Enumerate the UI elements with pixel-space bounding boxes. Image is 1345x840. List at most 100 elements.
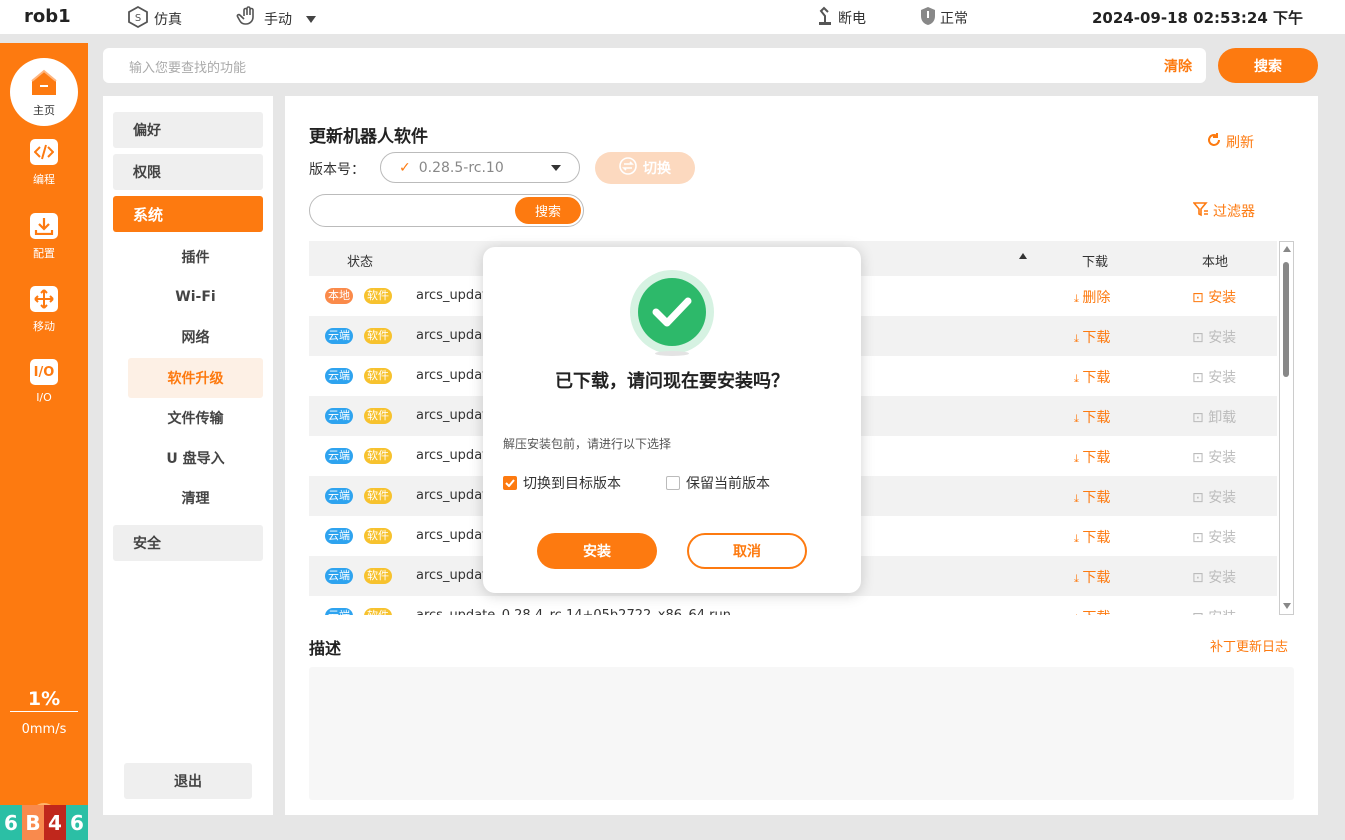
safety-label: 正常 [940,11,968,27]
option-keep-label: 保留当前版本 [686,476,770,492]
install-box-icon: ⊡ [1192,290,1209,306]
nav-configuration[interactable]: 配置 [0,213,88,261]
mode-dropdown[interactable]: 手动 [236,5,316,33]
scroll-up-arrow[interactable] [1283,246,1291,252]
type-badge: 软件 [364,328,392,344]
download-action[interactable]: ⤓ 下载 [1074,487,1110,507]
menu-file-transfer[interactable]: 文件传输 [128,398,263,438]
type-badge: 软件 [364,528,392,544]
menu-software-upgrade[interactable]: 软件升级 [128,358,263,398]
switch-version-button[interactable]: 切换 [595,152,695,184]
filter-icon [1192,201,1209,221]
menu-system[interactable]: 系统 [113,196,263,232]
menu-usb-import[interactable]: U 盘导入 [128,438,263,478]
install-action[interactable]: ⊡ 安装 [1192,287,1236,307]
nav-programming[interactable]: 编程 [0,139,88,187]
io-icon: I/O [30,359,58,385]
version-select[interactable]: ✓ 0.28.5-rc.10 [380,152,580,183]
cancel-button[interactable]: 取消 [687,533,807,569]
download-action[interactable]: ⤓ 下载 [1074,327,1110,347]
download-label: 下载 [1082,570,1111,586]
sort-asc-icon[interactable] [1019,253,1027,259]
patch-log-link[interactable]: 补丁更新日志 [1210,636,1288,655]
menu-permissions[interactable]: 权限 [113,154,263,190]
dialog-question: 已下载，请问现在要安装吗？ [555,371,789,392]
scroll-down-arrow[interactable] [1283,603,1291,609]
filter-button[interactable]: 过滤器 [1192,201,1255,221]
download-action[interactable]: ⤓ 下载 [1074,447,1110,467]
logout-button[interactable]: 退出 [124,763,252,799]
install-action[interactable]: ⊡ 安装 [1192,607,1236,615]
download-action[interactable]: ⤓ 下载 [1074,407,1110,427]
checkbox-checked-icon[interactable] [503,476,517,490]
download-label: 下载 [1082,530,1111,546]
function-search-input[interactable]: 输入您要查找的功能 清除 [103,48,1206,83]
package-name: arcs_updat [416,408,488,423]
clear-button[interactable]: 清除 [1164,56,1192,76]
download-action[interactable]: ⤓ 下载 [1074,367,1110,387]
install-box-icon: ⊡ [1192,530,1209,546]
package-search-button[interactable]: 搜索 [515,197,581,224]
speed-indicator: 1% 0mm/s [10,688,78,737]
install-button[interactable]: 安装 [537,533,657,569]
menu-plugins[interactable]: 插件 [128,237,263,277]
checkbox-unchecked-icon[interactable] [666,476,680,490]
col-status: 状态 [347,255,374,270]
install-action[interactable]: ⊡ 卸载 [1192,407,1236,427]
package-name: arcs_updat [416,568,488,583]
menu-safety[interactable]: 安全 [113,525,263,561]
install-action[interactable]: ⊡ 安装 [1192,567,1236,587]
install-box-icon: ⊡ [1192,570,1209,586]
safety-status[interactable]: 正常 [920,6,968,30]
install-action[interactable]: ⊡ 安装 [1192,367,1236,387]
description-box [309,667,1294,800]
menu-network[interactable]: 网络 [128,317,263,357]
install-action[interactable]: ⊡ 安装 [1192,447,1236,467]
download-action[interactable]: ⤓ 下载 [1074,527,1110,547]
col-download: 下载 [1082,255,1109,270]
install-box-icon: ⊡ [1192,370,1209,386]
main-sidebar: 主页 编程 配置 移动 I/O I/O 1% 0mm/s [0,43,88,840]
install-label: 安装 [1208,370,1237,386]
install-label: 安装 [1208,610,1236,615]
install-action[interactable]: ⊡ 安装 [1192,327,1236,347]
switch-label: 切换 [643,161,671,177]
install-label: 卸载 [1208,410,1237,426]
nav-io[interactable]: I/O I/O [0,359,88,404]
download-action[interactable]: ⤓ 删除 [1074,287,1110,307]
simulation-toggle[interactable]: S 仿真 [126,5,182,33]
refresh-button[interactable]: 刷新 [1206,132,1254,152]
power-status[interactable]: 断电 [816,6,866,30]
nav-io-label: I/O [36,391,52,404]
menu-cleanup[interactable]: 清理 [128,478,263,518]
svg-text:S: S [135,13,141,24]
nav-programming-label: 编程 [33,173,55,186]
home-button[interactable]: 主页 [10,58,78,126]
scroll-thumb[interactable] [1283,262,1289,377]
package-search-input[interactable]: 搜索 [309,194,584,227]
description-title: 描述 [309,639,342,658]
search-button[interactable]: 搜索 [1218,48,1318,83]
status-cell-3: 4 [44,805,66,840]
download-label: 下载 [1082,330,1111,346]
option-keep-version[interactable]: 保留当前版本 [666,473,770,493]
datetime: 2024-09-18 02:53:24 下午 [1092,9,1304,27]
install-box-icon: ⊡ [1192,410,1209,426]
filter-label: 过滤器 [1213,204,1255,220]
table-row[interactable]: 云端 软件 arcs_update_0.28.4_rc.14+05b2722_x86… [309,596,1277,615]
option-switch-version[interactable]: 切换到目标版本 [503,473,621,493]
source-badge: 云端 [325,448,353,464]
dialog-hint: 解压安装包前，请进行以下选择 [503,437,672,451]
download-action[interactable]: ⤓ 下载 [1074,607,1110,615]
menu-wifi[interactable]: Wi-Fi [128,277,263,317]
type-badge: 软件 [364,488,392,504]
install-action[interactable]: ⊡ 安装 [1192,527,1236,547]
package-name: arcs_updat [416,528,488,543]
table-scrollbar[interactable] [1279,241,1294,615]
nav-move[interactable]: 移动 [0,286,88,334]
download-action[interactable]: ⤓ 下载 [1074,567,1110,587]
refresh-icon [1206,132,1222,152]
install-action[interactable]: ⊡ 安装 [1192,487,1236,507]
menu-preferences[interactable]: 偏好 [113,112,263,148]
download-label: 下载 [1082,370,1111,386]
